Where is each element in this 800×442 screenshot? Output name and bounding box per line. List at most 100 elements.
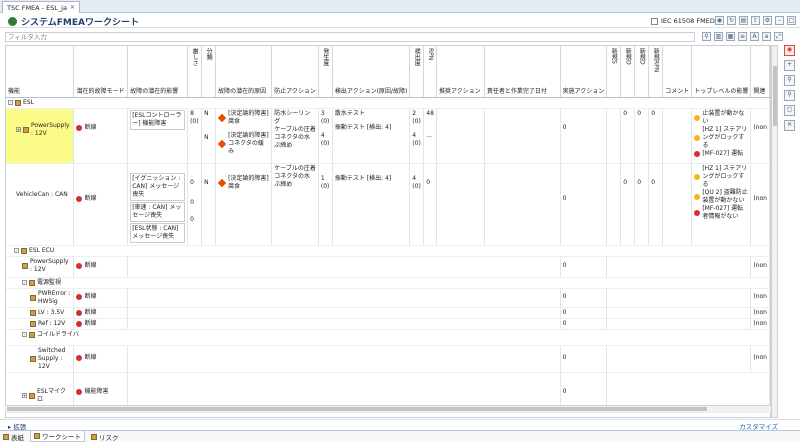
col-top-effect[interactable]: トップレベルの影響	[691, 46, 752, 98]
function-cell[interactable]: PWRError : HWSig	[6, 288, 75, 308]
add-icon[interactable]: +	[784, 60, 795, 71]
rpn-cell[interactable]: 0	[423, 163, 437, 246]
responsible-cell[interactable]	[484, 108, 561, 164]
col-new-o[interactable]: 新規O	[620, 46, 636, 98]
col-rpn[interactable]: RPN	[423, 46, 437, 98]
new-rpn-cell[interactable]: 0	[648, 108, 664, 164]
maximize-icon[interactable]: □	[787, 16, 796, 25]
iec-toggle[interactable]: IEC 61508 FMEDA	[651, 17, 719, 25]
recommended-cell[interactable]	[436, 163, 485, 246]
prevention-cell[interactable]: ケーブルの圧着 コネクタの水ぶ締め	[271, 163, 319, 246]
actions-taken-cell[interactable]: 0	[560, 163, 608, 246]
failure-mode-cell[interactable]: 断線	[73, 108, 129, 164]
settings-icon[interactable]: ⚙	[763, 16, 772, 25]
col-detection[interactable]: 検出度	[409, 46, 425, 98]
font-increase-icon[interactable]: A	[750, 32, 759, 41]
find-icon[interactable]: ⚲	[784, 90, 795, 101]
failure-mode-cell[interactable]: 断線	[73, 318, 129, 330]
table-row[interactable]: - コイルドライバ	[6, 329, 770, 346]
table-row[interactable]: + PowerSupply : 12V 断線 [ESLコントローラー] 機能障害 …	[6, 108, 770, 164]
function-cell[interactable]: LV : 3.5V	[6, 307, 75, 319]
occurrence-cell[interactable]: 3 (0) 4 (0)	[318, 108, 333, 164]
refresh-icon[interactable]: ↻	[727, 16, 736, 25]
col-new-s[interactable]: 新規S	[606, 46, 622, 98]
class-cell[interactable]: NN	[201, 108, 217, 164]
failure-mode-cell[interactable]: 断線	[73, 345, 129, 373]
detection-cell[interactable]: 4 (0)	[409, 163, 425, 246]
filter-icon[interactable]: ⚲	[702, 32, 711, 41]
editor-tab[interactable]: TSC FMEA - ESL_ja ✕	[2, 1, 81, 13]
table-row[interactable]: - ESL	[6, 97, 770, 109]
new-d-cell[interactable]: 0	[634, 163, 650, 246]
related-cell[interactable]: (non	[750, 307, 770, 319]
col-responsible[interactable]: 責任者と作業完了日付	[484, 46, 561, 98]
table-row[interactable]: VehicleCan : CAN 断線 [イグニッション : CAN] メッセー…	[6, 163, 770, 246]
iec-checkbox[interactable]	[651, 17, 658, 25]
col-failure-mode[interactable]: 潜在的故障モード	[73, 46, 129, 98]
responsible-cell[interactable]	[484, 163, 561, 246]
zoom-icon[interactable]: ⚲	[784, 75, 795, 86]
properties-icon[interactable]: ▢	[784, 105, 795, 116]
col-class[interactable]: 分類	[201, 46, 217, 98]
minimize-icon[interactable]: –	[775, 16, 784, 25]
col-new-rpn[interactable]: 新規RPN	[648, 46, 664, 98]
function-cell[interactable]: Ref : 12V	[6, 318, 75, 330]
collapse-toggle[interactable]: -	[22, 332, 27, 337]
prevention-cell[interactable]: 防水シーリング ケーブルの圧着 コネクタの水ぶ締め	[271, 108, 319, 164]
col-actions-taken[interactable]: 実施アクション	[560, 46, 608, 98]
table-row[interactable]: Switched Supply : 12V 断線 0 (non	[6, 345, 770, 373]
expand-toggle[interactable]: +	[22, 393, 27, 398]
view-icon[interactable]: ◉	[715, 16, 724, 25]
list-icon[interactable]: ≡	[738, 32, 747, 41]
col-severity[interactable]: 厳しさ	[187, 46, 203, 98]
related-cell[interactable]: (non	[750, 345, 770, 373]
top-effect-cell[interactable]: 止装置が動かない [HZ 1] ステアリングがロックする [MF-027] 運転	[691, 108, 752, 164]
cause-cell[interactable]: [決定論的障害] 腐食 [決定論的障害] コネクタの緩み	[215, 108, 273, 164]
col-related[interactable]: 関連	[750, 46, 770, 98]
new-d-cell[interactable]: 0	[634, 108, 650, 164]
vertical-scrollbar[interactable]	[771, 45, 778, 418]
font-decrease-icon[interactable]: a	[762, 32, 771, 41]
actions-taken-cell[interactable]: 0	[560, 307, 608, 319]
actions-taken-cell[interactable]: 0	[560, 318, 608, 330]
horizontal-scrollbar[interactable]	[5, 405, 771, 412]
function-cell[interactable]: + PowerSupply : 12V	[6, 108, 75, 164]
col-detection-action[interactable]: 検出アクション(原因/故障)	[332, 46, 411, 98]
actions-taken-cell[interactable]: 0	[560, 256, 608, 278]
close-icon[interactable]: ✕	[70, 4, 75, 11]
effect-cell[interactable]: [ESLコントローラー] 機能障害	[127, 108, 189, 164]
failure-mode-cell[interactable]: 断線	[73, 288, 129, 308]
cause-cell[interactable]: [決定論的障害] 腐食	[215, 163, 273, 246]
rpn-cell[interactable]: 48...	[423, 108, 437, 164]
filter-input[interactable]: フィルタ入力	[5, 32, 695, 42]
delete-icon[interactable]: ✕	[784, 120, 795, 131]
top-effect-cell[interactable]: [HZ 1] ステアリングがロックする [QU 2] 盗難防止装置が動かない [MF…	[691, 163, 752, 246]
expand-toggle[interactable]: +	[16, 127, 21, 132]
recommended-cell[interactable]	[436, 108, 485, 164]
class-cell[interactable]: N	[201, 163, 217, 246]
tab-risk[interactable]: リスク	[91, 432, 119, 442]
new-o-cell[interactable]: 0	[620, 108, 636, 164]
print-icon[interactable]: ▤	[739, 16, 748, 25]
failure-mode-cell[interactable]: 断線	[73, 256, 129, 278]
col-function[interactable]: 機能	[6, 46, 75, 98]
severity-cell[interactable]: 000	[187, 163, 203, 246]
alert-icon[interactable]: ◉	[784, 45, 795, 56]
detection-action-cell[interactable]: 振動テスト [検出: 4]	[332, 163, 411, 246]
table-row[interactable]: LV : 3.5V 断線 0 (non	[6, 307, 770, 319]
related-cell[interactable]: (non	[750, 318, 770, 330]
new-o-cell[interactable]: 0	[620, 163, 636, 246]
table-row[interactable]: - 電源監視	[6, 277, 770, 289]
col-recommended[interactable]: 推奨アクション	[436, 46, 485, 98]
actions-taken-cell[interactable]: 0	[560, 108, 608, 164]
col-occurrence[interactable]: 発生度	[318, 46, 333, 98]
comment-cell[interactable]	[662, 163, 693, 246]
tab-worksheet[interactable]: ワークシート	[30, 431, 85, 442]
collapse-icon[interactable]: ⤢	[774, 32, 783, 41]
function-cell[interactable]: Switched Supply : 12V	[6, 345, 75, 373]
table-row[interactable]: PowerSupply : 12V 断線 0 (non	[6, 256, 770, 278]
collapse-toggle[interactable]: -	[22, 280, 27, 285]
col-prevention[interactable]: 防止アクション	[271, 46, 319, 98]
comment-cell[interactable]	[662, 108, 693, 164]
col-effect[interactable]: 故障の潜在的影響	[127, 46, 189, 98]
